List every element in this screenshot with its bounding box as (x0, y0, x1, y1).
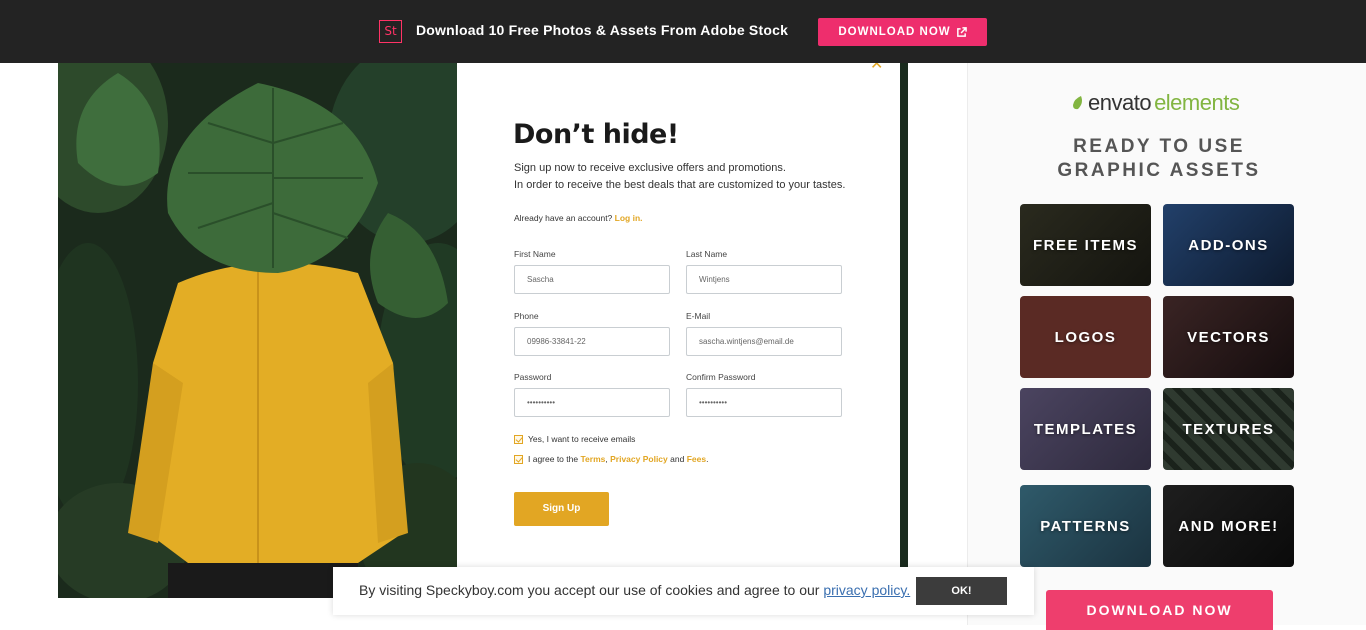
envato-ad[interactable]: envato elements READY TO USE GRAPHIC ASSE… (967, 63, 1366, 630)
cookie-bar: By visiting Speckyboy.com you accept our… (333, 567, 1034, 615)
phone-label: Phone (514, 311, 539, 321)
tile-templates[interactable]: TEMPLATES (1020, 388, 1151, 470)
tile-textures-label: TEXTURES (1182, 420, 1275, 438)
cookie-text: By visiting Speckyboy.com you accept our… (359, 582, 820, 598)
terms-period: . (706, 454, 709, 464)
tile-and-more[interactable]: AND MORE! (1163, 485, 1294, 567)
emails-checkbox-label: Yes, I want to receive emails (528, 434, 636, 444)
email-field[interactable]: sascha.wintjens@email.de (686, 327, 842, 356)
password-label: Password (514, 372, 552, 382)
terms-and: and (670, 454, 685, 464)
headline-line-2: GRAPHIC ASSETS (1057, 160, 1261, 181)
envato-elements-logo: envato elements (1071, 90, 1240, 116)
external-link-icon (956, 26, 967, 37)
terms-checkbox[interactable] (514, 454, 523, 464)
signup-form-preview: Don’t hide! Sign up now to receive exclu… (58, 63, 908, 598)
sign-up-button[interactable]: Sign Up (514, 492, 609, 526)
phone-field[interactable]: 09986-33841-22 (514, 327, 670, 356)
headline-line-1: READY TO USE (1073, 136, 1245, 157)
tile-logos[interactable]: LOGOS (1020, 296, 1151, 378)
confirm-password-field[interactable]: •••••••••• (686, 388, 842, 417)
tile-free-items[interactable]: FREE ITEMS (1020, 204, 1151, 286)
password-field[interactable]: •••••••••• (514, 388, 670, 417)
emails-checkbox-row[interactable]: Yes, I want to receive emails (514, 434, 635, 444)
last-name-label: Last Name (686, 249, 728, 259)
tile-add-ons[interactable]: ADD-ONS (1163, 204, 1294, 286)
brand-elements: elements (1154, 90, 1240, 115)
fees-link[interactable]: Fees (687, 454, 706, 464)
signup-form: Don’t hide! Sign up now to receive exclu… (457, 63, 900, 598)
form-subtitle: Sign up now to receive exclusive offers … (514, 160, 845, 194)
terms-comma: , (605, 454, 608, 464)
subtitle-line-2: In order to receive the best deals that … (514, 179, 846, 191)
account-prompt: Already have an account? Log in. (514, 213, 643, 223)
tile-textures[interactable]: TEXTURES (1163, 388, 1294, 470)
close-icon[interactable]: ✕ (870, 63, 886, 73)
ad-download-now-button[interactable]: DOWNLOAD NOW (1046, 590, 1273, 630)
privacy-policy-link-cookie[interactable]: privacy policy. (823, 582, 910, 598)
leaf-icon (1073, 96, 1082, 110)
tile-add-ons-label: ADD-ONS (1188, 236, 1269, 254)
first-name-label: First Name (514, 249, 556, 259)
email-label: E-Mail (686, 311, 711, 321)
promo-message: Download 10 Free Photos & Assets From Ad… (416, 22, 789, 38)
account-prompt-text: Already have an account? (514, 213, 613, 223)
terms-prefix: I agree to the (528, 454, 579, 464)
subtitle-line-1: Sign up now to receive exclusive offers … (514, 162, 786, 174)
promo-banner: St Download 10 Free Photos & Assets From… (0, 0, 1366, 63)
tile-patterns[interactable]: PATTERNS (1020, 485, 1151, 567)
last-name-field[interactable]: Wintjens (686, 265, 842, 294)
tile-and-more-label: AND MORE! (1178, 517, 1279, 535)
privacy-policy-link[interactable]: Privacy Policy (610, 454, 668, 464)
tile-patterns-label: PATTERNS (1040, 517, 1131, 535)
terms-checkbox-row[interactable]: I agree to the Terms, Privacy Policy and… (514, 454, 708, 464)
terms-link[interactable]: Terms (580, 454, 605, 464)
tile-vectors[interactable]: VECTORS (1163, 296, 1294, 378)
cookie-ok-button[interactable]: OK! (916, 577, 1007, 605)
first-name-field[interactable]: Sascha (514, 265, 670, 294)
download-now-button[interactable]: DOWNLOAD NOW (818, 18, 987, 46)
form-title: Don’t hide! (513, 119, 679, 150)
terms-label: I agree to the Terms, Privacy Policy and… (528, 454, 708, 464)
foliage-strip (900, 63, 908, 598)
confirm-password-label: Confirm Password (686, 372, 756, 382)
adobe-stock-logo: St (379, 20, 402, 43)
login-link[interactable]: Log in. (615, 213, 643, 223)
tile-logos-label: LOGOS (1054, 328, 1117, 346)
download-now-label: DOWNLOAD NOW (838, 26, 951, 38)
ad-headline: READY TO USE GRAPHIC ASSETS (968, 135, 1350, 183)
emails-checkbox[interactable] (514, 434, 523, 444)
tile-templates-label: TEMPLATES (1033, 420, 1138, 438)
tile-vectors-label: VECTORS (1187, 328, 1270, 346)
person-with-leaf-photo (58, 63, 457, 598)
tile-free-items-label: FREE ITEMS (1032, 236, 1138, 254)
brand-envato: envato (1088, 90, 1152, 115)
cookie-message: By visiting Speckyboy.com you accept our… (359, 582, 910, 598)
